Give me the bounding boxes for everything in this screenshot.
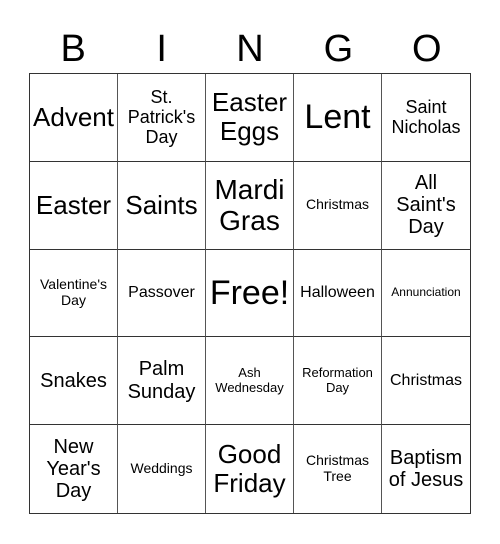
cell-label: Passover (128, 284, 195, 302)
bingo-cell[interactable]: Christmas (382, 337, 470, 426)
cell-label: All Saint's Day (396, 171, 456, 239)
bingo-cell[interactable]: Easter Eggs (206, 74, 294, 162)
bingo-cell[interactable]: Easter (30, 161, 118, 250)
cell-label: Baptism of Jesus (388, 446, 464, 492)
cell-label: Lent (304, 98, 371, 137)
bingo-cell[interactable]: Passover (118, 249, 206, 338)
cell-label: New Year's Day (46, 435, 101, 503)
header-letter-o: O (412, 28, 442, 70)
bingo-cell[interactable]: Baptism of Jesus (382, 425, 470, 513)
cell-label: Reformation Day (302, 365, 373, 395)
bingo-header: B I N G O (29, 26, 471, 72)
cell-label: Advent (33, 101, 114, 132)
cell-label: Christmas (389, 371, 462, 389)
cell-label: Saint Nicholas (391, 97, 461, 138)
bingo-cell[interactable]: Snakes (30, 337, 118, 426)
cell-label: Free! (209, 273, 290, 312)
cell-label: Halloween (300, 284, 375, 302)
bingo-cell[interactable]: Advent (30, 74, 118, 162)
cell-label: Christmas Tree (305, 452, 369, 485)
bingo-cell[interactable]: Mardi Gras (206, 161, 294, 250)
bingo-grid: Advent St. Patrick's Day Easter Eggs Len… (29, 73, 471, 514)
cell-label: Easter Eggs (211, 87, 288, 147)
free-space[interactable]: Free! (206, 249, 294, 338)
cell-label: Good Friday (213, 438, 286, 499)
header-letter-b: B (60, 28, 86, 70)
cell-label: St. Patrick's Day (127, 87, 196, 148)
bingo-cell[interactable]: Halloween (294, 249, 382, 338)
bingo-cell[interactable]: Annunciation (382, 250, 470, 338)
header-letter-g: G (323, 28, 354, 70)
cell-label: Snakes (40, 369, 107, 392)
bingo-cell[interactable]: Reformation Day (294, 337, 382, 426)
bingo-cell[interactable]: Lent (294, 74, 382, 162)
bingo-cell[interactable]: St. Patrick's Day (118, 74, 206, 162)
cell-label: Saints (125, 189, 198, 220)
header-letter-i: I (156, 28, 167, 70)
cell-label: Easter (35, 189, 112, 220)
bingo-cell[interactable]: Ash Wednesday (206, 337, 294, 426)
cell-label: Valentine's Day (39, 276, 107, 308)
cell-label: Mardi Gras (214, 173, 285, 237)
bingo-cell[interactable]: Palm Sunday (118, 337, 206, 426)
header-letter-n: N (236, 28, 264, 70)
cell-label: Annunciation (391, 285, 461, 300)
bingo-cell[interactable]: All Saint's Day (382, 162, 470, 250)
bingo-cell[interactable]: Christmas (294, 161, 382, 250)
cell-label: Palm Sunday (127, 358, 196, 403)
cell-label: Weddings (130, 460, 193, 477)
bingo-cell[interactable]: Weddings (118, 425, 206, 513)
bingo-cell[interactable]: Christmas Tree (294, 425, 382, 513)
bingo-cell[interactable]: New Year's Day (30, 425, 118, 513)
bingo-cell[interactable]: Saint Nicholas (382, 74, 470, 162)
bingo-cell[interactable]: Saints (118, 161, 206, 250)
bingo-cell[interactable]: Good Friday (206, 425, 294, 513)
cell-label: Ash Wednesday (215, 365, 284, 395)
cell-label: Christmas (305, 196, 369, 213)
bingo-cell[interactable]: Valentine's Day (30, 249, 118, 338)
